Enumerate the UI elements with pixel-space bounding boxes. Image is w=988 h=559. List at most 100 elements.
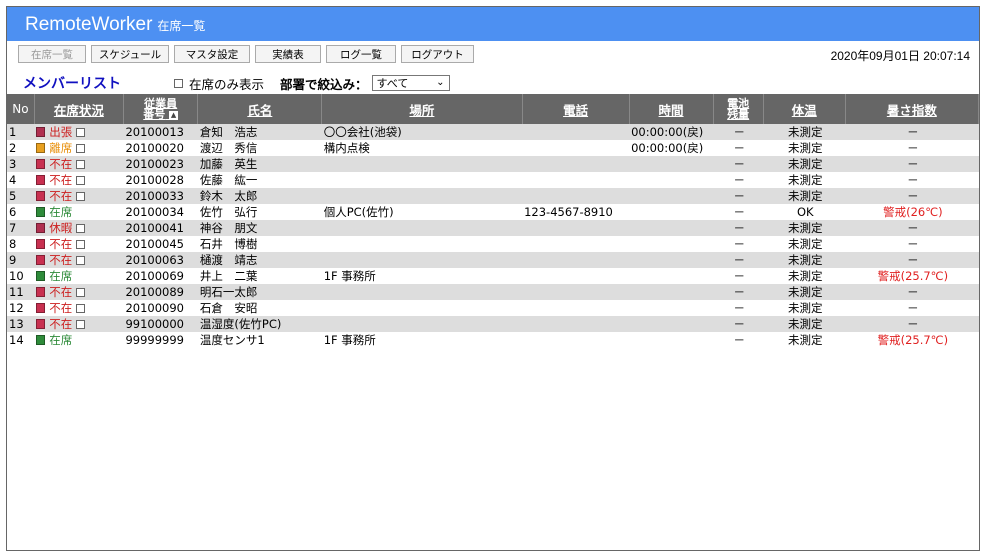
col-battery[interactable]: 電池 残量 [713,94,764,124]
table-row[interactable]: 9 不在 20100063 樋渡 靖志 －未測定－ [7,252,979,268]
row-no: 3 [7,156,35,172]
chevron-down-icon: ⌄ [436,77,445,88]
row-no: 12 [7,300,35,316]
table-row[interactable]: 14 在席 99999999 温度センサ1 1F 事務所 －未測定 警戒(25.7℃) [7,332,979,348]
row-temperature: 未測定 [763,220,846,236]
table-row[interactable]: 5 不在 20100033 鈴木 太郎 －未測定－ [7,188,979,204]
status-text: 不在 [49,189,73,203]
row-no: 6 [7,204,35,220]
row-battery: － [713,156,764,172]
row-phone [522,316,630,332]
col-heat-index[interactable]: 暑さ指数 [845,94,979,124]
row-place: 1F 事務所 [321,332,523,348]
table-header: No 在席状況 従業員 番号 ▲ 氏名 場所 電話 時間 電池 残量 体温 暑さ… [7,94,979,124]
row-no: 14 [7,332,35,348]
row-status: 不在 [34,188,124,204]
row-no: 1 [7,124,35,140]
col-employee-label-2: 番号 [143,108,166,121]
row-time [629,236,714,252]
present-only-label: 在席のみ表示 [189,76,265,92]
status-icon [36,175,46,185]
schedule-button[interactable]: スケジュール [91,45,169,63]
row-no: 13 [7,316,35,332]
row-place [321,220,523,236]
row-phone [522,252,630,268]
log-list-button[interactable]: ログ一覧 [326,45,396,63]
table-row[interactable]: 13 不在 99100000 温湿度(佐竹PC) －未測定－ [7,316,979,332]
row-battery: － [713,140,764,156]
status-checkbox[interactable] [75,255,85,265]
row-heat-index: － [845,284,979,300]
row-name: 井上 二葉 [197,268,322,284]
col-name[interactable]: 氏名 [197,94,323,124]
row-name: 温湿度(佐竹PC) [197,316,322,332]
row-heat-index: － [845,236,979,252]
row-status: 出張 [34,124,124,140]
col-time[interactable]: 時間 [629,94,714,124]
row-temperature: 未測定 [763,140,846,156]
row-name: 倉知 浩志 [197,124,322,140]
table-row[interactable]: 11 不在 20100089 明石一太郎 －未測定－ [7,284,979,300]
present-only-checkbox[interactable] [174,78,183,88]
status-checkbox[interactable] [75,223,85,233]
status-checkbox[interactable] [75,303,85,313]
status-checkbox[interactable] [75,287,85,297]
row-place: 1F 事務所 [321,268,523,284]
table-row[interactable]: 2 離席 20100020 渡辺 秀信 構内点検 00:00:00(戻) －未測定－ [7,140,979,156]
sort-icon[interactable]: ▲ [169,110,179,120]
row-place: 〇〇会社(池袋) [321,124,523,140]
row-name: 明石一太郎 [197,284,322,300]
col-status[interactable]: 在席状況 [34,94,124,124]
row-heat-index: 警戒(25.7℃) [845,268,979,284]
status-checkbox[interactable] [75,159,85,169]
table-row[interactable]: 1 出張 20100013 倉知 浩志 〇〇会社(池袋) 00:00:00(戻) －未測定… [7,124,979,140]
table-row[interactable]: 4 不在 20100028 佐藤 紘一 －未測定－ [7,172,979,188]
status-text: 不在 [49,173,73,187]
table-row[interactable]: 8 不在 20100045 石井 博樹 －未測定－ [7,236,979,252]
row-name: 神谷 朋文 [197,220,322,236]
row-temperature: 未測定 [763,332,846,348]
toolbar: 在席一覧 スケジュール マスタ設定 実績表 ログ一覧 ログアウト 2020年09… [7,41,979,67]
status-checkbox[interactable] [75,239,85,249]
row-status: 離席 [34,140,124,156]
results-table-button[interactable]: 実績表 [255,45,321,63]
master-settings-button[interactable]: マスタ設定 [174,45,250,63]
attendance-list-button[interactable]: 在席一覧 [18,45,86,63]
dept-filter-select[interactable]: すべて ⌄ [371,75,450,91]
col-no: No [7,94,35,124]
table-row[interactable]: 12 不在 20100090 石倉 安昭 －未測定－ [7,300,979,316]
col-temperature[interactable]: 体温 [763,94,846,124]
col-place[interactable]: 場所 [321,94,523,124]
logout-button[interactable]: ログアウト [401,45,474,63]
status-text: 不在 [49,301,73,315]
row-status: 不在 [34,316,124,332]
row-name: 温度センサ1 [197,332,322,348]
status-icon [36,159,46,169]
status-checkbox[interactable] [75,127,85,137]
row-temperature: 未測定 [763,124,846,140]
status-checkbox[interactable] [75,319,85,329]
row-employee-number: 99100000 [123,316,198,332]
table-row[interactable]: 7 休暇 20100041 神谷 朋文 －未測定－ [7,220,979,236]
row-time [629,204,714,220]
table-row[interactable]: 6 在席 20100034 佐竹 弘行 個人PC(佐竹) 123-4567-8910 － OK… [7,204,979,220]
row-temperature: 未測定 [763,252,846,268]
row-phone [522,188,630,204]
row-time [629,188,714,204]
status-icon [36,239,46,249]
table-row[interactable]: 10 在席 20100069 井上 二葉 1F 事務所 －未測定 警戒(25.7℃) [7,268,979,284]
row-heat-index: － [845,156,979,172]
status-text: 離席 [49,141,73,155]
status-checkbox[interactable] [75,191,85,201]
table-row[interactable]: 3 不在 20100023 加藤 英生 －未測定－ [7,156,979,172]
col-employee-number[interactable]: 従業員 番号 ▲ [123,94,199,124]
status-icon [36,335,46,345]
status-text: 在席 [49,205,73,219]
status-text: 不在 [49,253,73,267]
status-checkbox[interactable] [75,175,85,185]
row-phone [522,332,630,348]
status-checkbox[interactable] [75,143,85,153]
row-status: 休暇 [34,220,124,236]
col-phone[interactable]: 電話 [522,94,630,124]
row-employee-number: 20100023 [123,156,198,172]
